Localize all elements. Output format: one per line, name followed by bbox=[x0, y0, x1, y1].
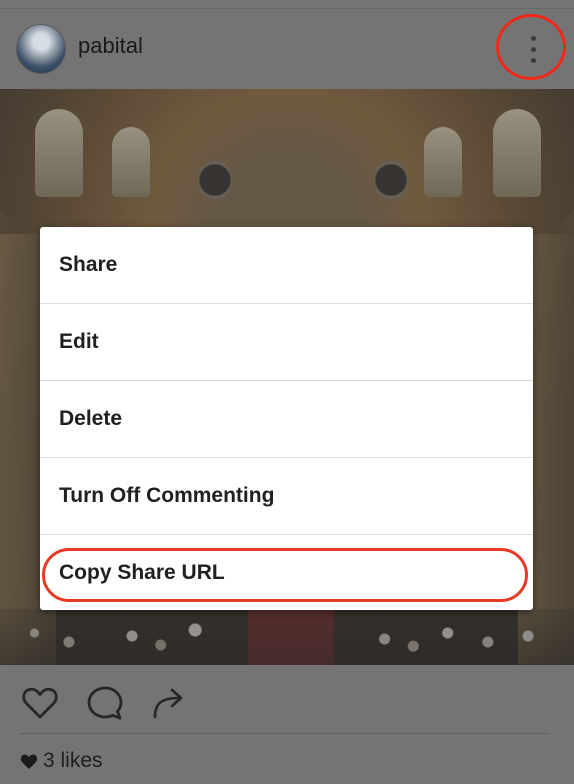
more-options-button[interactable] bbox=[496, 14, 566, 80]
avatar[interactable] bbox=[16, 24, 66, 74]
likes-count[interactable]: 3 likes bbox=[20, 749, 103, 773]
menu-item-share[interactable]: Share bbox=[40, 227, 533, 304]
status-strip bbox=[0, 0, 574, 9]
menu-item-turn-off-commenting[interactable]: Turn Off Commenting bbox=[40, 458, 533, 535]
menu-item-edit[interactable]: Edit bbox=[40, 304, 533, 381]
copy-share-url-callout bbox=[42, 548, 528, 602]
post-header: pabital bbox=[0, 9, 574, 89]
likes-text: 3 likes bbox=[43, 749, 103, 772]
post-actions-bar: 3 likes bbox=[0, 665, 574, 784]
heart-outline-icon[interactable] bbox=[20, 683, 60, 723]
menu-item-delete[interactable]: Delete bbox=[40, 381, 533, 458]
heart-filled-icon bbox=[20, 753, 38, 769]
comment-bubble-icon[interactable] bbox=[85, 683, 125, 723]
vertical-ellipsis-icon bbox=[531, 47, 536, 52]
share-arrow-icon[interactable] bbox=[149, 683, 189, 723]
vertical-ellipsis-icon bbox=[531, 36, 536, 41]
actions-divider bbox=[20, 733, 550, 734]
username[interactable]: pabital bbox=[78, 33, 143, 59]
vertical-ellipsis-icon bbox=[531, 58, 536, 63]
